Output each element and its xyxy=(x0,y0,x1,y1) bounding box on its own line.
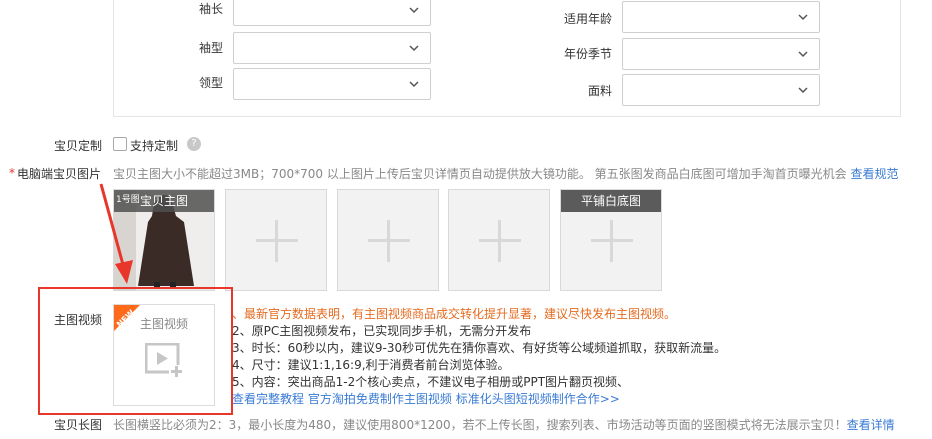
chevron-down-icon xyxy=(409,45,419,52)
fabric-label: 面料 xyxy=(587,84,612,98)
customize-label: 宝贝定制 xyxy=(54,139,103,153)
required-mark: * xyxy=(9,166,15,180)
video-tip-5: 5、内容：突出商品1-2个核心卖点，不建议电子相册或PPT图片翻页视频、 xyxy=(232,375,630,389)
video-tip-4: 4、尺寸：建议1:1,16:9,利于消费者前台浏览体验。 xyxy=(232,358,510,372)
image-slot-5[interactable]: 平铺白底图 xyxy=(560,189,662,291)
annotation-arrow-icon xyxy=(99,183,133,284)
video-tips-list: 、最新官方数据表明，有主图视频商品成交转化提升显著，建议尽快发布主图视频。 2、… xyxy=(232,306,726,408)
video-tip-1: 、最新官方数据表明，有主图视频商品成交转化提升显著，建议尽快发布主图视频。 xyxy=(232,307,677,321)
main-images-hint: 宝贝主图大小不能超过3MB；700*700 以上图片上传后宝贝详情页自动提供放大… xyxy=(113,165,899,182)
full-tutorial-link[interactable]: 查看完整教程 xyxy=(232,392,304,406)
chevron-down-icon xyxy=(409,81,419,88)
video-tip-2: 2、原PC主图视频发布，已实现同步手机，无需分开发布 xyxy=(232,324,532,338)
collar-type-label: 领型 xyxy=(198,76,223,90)
chevron-down-icon xyxy=(798,14,808,21)
chevron-down-icon xyxy=(798,51,808,58)
question-icon[interactable]: ? xyxy=(187,137,201,151)
sleeve-length-select[interactable] xyxy=(233,0,431,26)
plus-icon xyxy=(498,220,501,262)
sleeve-type-label: 袖型 xyxy=(198,41,223,55)
chevron-down-icon xyxy=(409,7,419,14)
video-tip-3: 3、时长：60秒以内，建议9-30秒可优先在猜你喜欢、有好货等公域频道抓取，获取… xyxy=(232,341,727,355)
long-image-hint: 长图横竖比必须为2：3，最小长度为480，建议使用800*1200，若不上传长图… xyxy=(113,416,895,433)
video-label: 主图视频 xyxy=(54,313,103,327)
year-season-label: 年份季节 xyxy=(563,47,612,61)
collar-type-select[interactable] xyxy=(233,68,431,100)
sleeve-length-label: 袖长 xyxy=(198,2,223,16)
main-images-label: 电脑端宝贝图片 xyxy=(17,167,102,181)
age-range-label: 适用年龄 xyxy=(563,12,612,26)
video-links-row: 查看完整教程 官方淘拍免费制作主图视频 标准化头图短视频制作合作>> xyxy=(232,391,726,408)
view-rules-link[interactable]: 查看规范 xyxy=(851,167,899,181)
image-slot-4[interactable] xyxy=(448,189,550,291)
chevron-down-icon xyxy=(798,87,808,94)
video-add-icon xyxy=(145,343,183,378)
plus-icon xyxy=(275,220,278,262)
customize-checkbox[interactable] xyxy=(113,137,127,151)
long-image-label: 宝贝长图 xyxy=(54,418,103,432)
year-season-select[interactable] xyxy=(622,38,820,70)
age-range-select[interactable] xyxy=(622,1,820,33)
video-upload-card[interactable]: NEW 主图视频 xyxy=(113,304,215,406)
video-card-title: 主图视频 xyxy=(139,317,188,331)
standard-video-cooperation-link[interactable]: 标准化头图短视频制作合作>> xyxy=(456,392,620,406)
main-images-hint-text: 宝贝主图大小不能超过3MB；700*700 以上图片上传后宝贝详情页自动提供放大… xyxy=(113,167,847,181)
fabric-select[interactable] xyxy=(622,74,820,106)
white-background-header: 平铺白底图 xyxy=(561,190,661,212)
image-slot-3[interactable] xyxy=(337,189,439,291)
sleeve-type-select[interactable] xyxy=(233,32,431,64)
customize-checkbox-label[interactable]: 支持定制 xyxy=(130,137,178,154)
long-image-hint-text: 长图横竖比必须为2：3，最小长度为480，建议使用800*1200，若不上传长图… xyxy=(113,418,847,432)
image-slot-2[interactable] xyxy=(225,189,327,291)
view-details-link[interactable]: 查看详情 xyxy=(847,418,895,432)
free-video-production-link[interactable]: 官方淘拍免费制作主图视频 xyxy=(308,392,452,406)
plus-icon xyxy=(610,220,613,262)
plus-icon xyxy=(387,220,390,262)
